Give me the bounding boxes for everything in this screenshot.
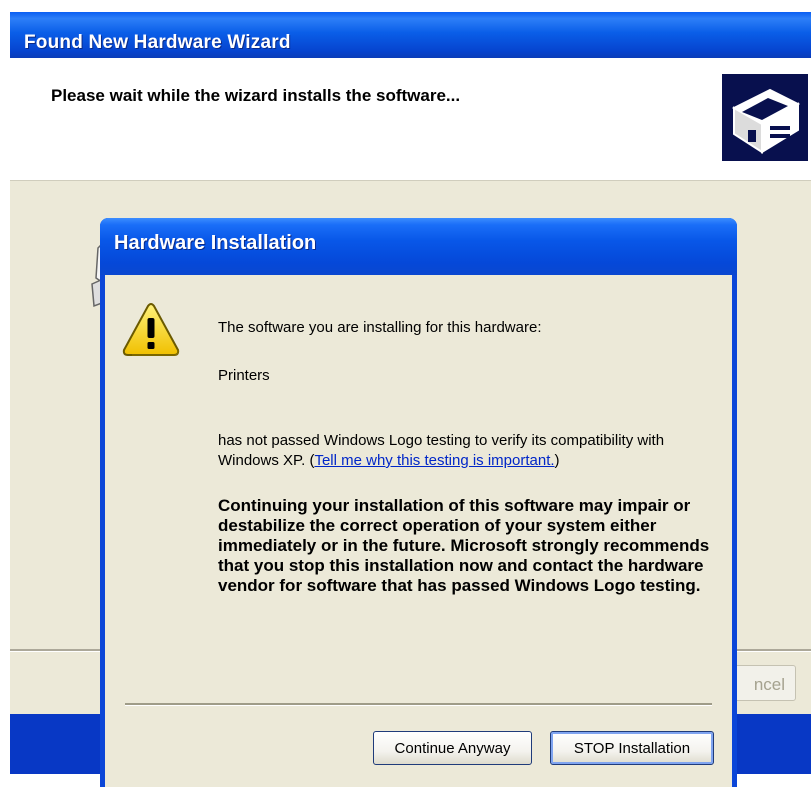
- dialog-content: The software you are installing for this…: [105, 275, 732, 787]
- dialog-titlebar[interactable]: Hardware Installation: [100, 218, 737, 275]
- hardware-box-icon: [722, 74, 808, 161]
- installation-warning-text: Continuing your installation of this sof…: [218, 496, 710, 595]
- device-name: Printers: [218, 367, 270, 384]
- dialog-intro-text: The software you are installing for this…: [218, 319, 542, 336]
- wizard-header-text: Please wait while the wizard installs th…: [51, 86, 461, 105]
- logo-testing-text: has not passed Windows Logo testing to v…: [218, 431, 718, 471]
- wizard-titlebar[interactable]: Found New Hardware Wizard: [10, 12, 811, 58]
- warning-triangle-icon: [122, 302, 180, 358]
- stop-installation-button[interactable]: STOP Installation: [550, 731, 714, 765]
- logo-testing-link[interactable]: Tell me why this testing is important.: [314, 452, 554, 469]
- continue-anyway-button[interactable]: Continue Anyway: [373, 731, 532, 765]
- link-close-paren: ): [554, 452, 560, 469]
- dialog-separator: [125, 703, 712, 706]
- dialog-title: Hardware Installation: [114, 232, 317, 254]
- hardware-installation-dialog: Hardware Installation The software you a…: [100, 218, 737, 787]
- wizard-title: Found New Hardware Wizard: [24, 32, 291, 53]
- wizard-header: Please wait while the wizard installs th…: [10, 58, 811, 181]
